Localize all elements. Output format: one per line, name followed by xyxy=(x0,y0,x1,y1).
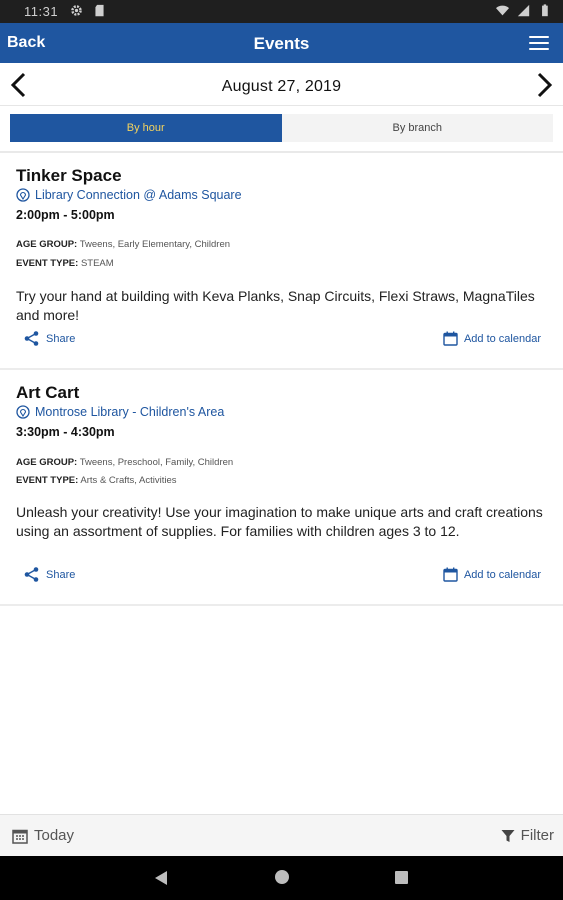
nav-recents-icon[interactable] xyxy=(395,871,408,884)
signal-icon xyxy=(517,4,530,17)
filter-label: Filter xyxy=(520,827,554,844)
calendar-icon xyxy=(443,331,458,346)
event-type-label: EVENT TYPE: xyxy=(16,475,79,486)
event-time: 3:30pm - 4:30pm xyxy=(16,425,115,439)
share-label: Share xyxy=(46,568,76,581)
event-age-group: AGE GROUP: Tweens, Preschool, Family, Ch… xyxy=(16,457,233,468)
tab-by-hour[interactable]: By hour xyxy=(10,114,282,142)
event-type-value: Arts & Crafts, Activities xyxy=(80,475,177,486)
location-pin-icon xyxy=(16,188,30,202)
age-group-label: AGE GROUP: xyxy=(16,457,78,468)
event-title: Art Cart xyxy=(16,383,80,402)
today-label: Today xyxy=(34,827,75,844)
event-type-label: EVENT TYPE: xyxy=(16,258,79,269)
sd-card-icon xyxy=(95,4,104,17)
nav-home-icon[interactable] xyxy=(275,870,289,884)
event-type: EVENT TYPE: STEAM xyxy=(16,258,114,269)
share-icon xyxy=(24,567,39,582)
age-group-label: AGE GROUP: xyxy=(16,239,78,250)
settings-icon xyxy=(71,5,82,16)
app-bar: Back Events xyxy=(0,23,563,63)
event-card[interactable]: Art Cart Montrose Library - Children's A… xyxy=(0,370,563,606)
age-group-value: Tweens, Early Elementary, Children xyxy=(79,239,231,250)
event-type-value: STEAM xyxy=(80,258,114,269)
event-type: EVENT TYPE: Arts & Crafts, Activities xyxy=(16,475,177,486)
share-button[interactable]: Share xyxy=(24,567,75,582)
location-pin-icon xyxy=(16,405,30,419)
battery-icon xyxy=(542,4,548,17)
event-card[interactable]: Tinker Space Library Connection @ Adams … xyxy=(0,153,563,370)
share-button[interactable]: Share xyxy=(24,331,75,346)
add-to-calendar-button[interactable]: Add to calendar xyxy=(443,567,541,582)
event-title: Tinker Space xyxy=(16,166,122,185)
menu-icon[interactable] xyxy=(529,36,549,51)
date-navigation: August 27, 2019 xyxy=(0,63,563,106)
chevron-right-icon[interactable] xyxy=(533,72,555,98)
nav-back-icon[interactable] xyxy=(154,870,168,886)
event-description: Unleash your creativity! Use your imagin… xyxy=(16,504,543,539)
calendar-icon xyxy=(12,829,28,844)
event-location[interactable]: Library Connection @ Adams Square xyxy=(16,188,242,202)
tab-by-branch[interactable]: By branch xyxy=(282,114,554,142)
calendar-label: Add to calendar xyxy=(463,568,541,581)
calendar-icon xyxy=(443,567,458,582)
event-location-label: Library Connection @ Adams Square xyxy=(35,188,242,202)
event-time: 2:00pm - 5:00pm xyxy=(16,208,115,222)
event-age-group: AGE GROUP: Tweens, Early Elementary, Chi… xyxy=(16,239,230,250)
share-icon xyxy=(24,331,39,346)
system-nav-bar xyxy=(0,856,563,900)
age-group-value: Tweens, Preschool, Family, Children xyxy=(79,457,234,468)
wifi-icon xyxy=(496,5,509,16)
filter-button[interactable]: Filter xyxy=(501,827,554,844)
page-title: Events xyxy=(253,34,310,53)
event-description: Try your hand at building with Keva Plan… xyxy=(16,288,535,323)
status-bar: 11:31 xyxy=(0,0,563,23)
today-button[interactable]: Today xyxy=(12,827,74,844)
bottom-toolbar: Today Filter xyxy=(0,814,563,856)
view-toggle: By hour By branch xyxy=(10,114,553,142)
calendar-label: Add to calendar xyxy=(463,332,541,345)
current-date: August 27, 2019 xyxy=(221,78,342,95)
share-label: Share xyxy=(46,332,76,345)
filter-icon xyxy=(501,829,515,842)
event-location[interactable]: Montrose Library - Children's Area xyxy=(16,405,224,419)
add-to-calendar-button[interactable]: Add to calendar xyxy=(443,331,541,346)
event-location-label: Montrose Library - Children's Area xyxy=(35,405,225,419)
status-time: 11:31 xyxy=(24,4,59,19)
